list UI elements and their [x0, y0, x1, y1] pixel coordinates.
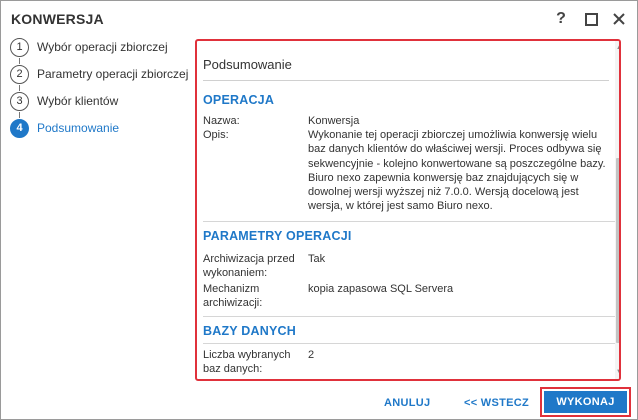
scroll-up-icon[interactable]: ▲ — [615, 43, 619, 53]
close-icon[interactable] — [607, 7, 631, 31]
section-divider — [203, 316, 615, 317]
row-key: Liczba wybranych baz danych: — [203, 349, 291, 375]
step-label: Parametry operacji zbiorczej — [37, 67, 189, 81]
row-value: kopia zapasowa SQL Servera — [308, 283, 454, 295]
scrollbar-thumb[interactable] — [616, 158, 619, 343]
execute-button-highlight: WYKONAJ — [540, 387, 631, 417]
header-divider — [203, 80, 609, 81]
step-number: 4 — [10, 118, 29, 138]
row-value: 2 — [308, 349, 315, 361]
scroll-down-icon[interactable]: ▼ — [615, 367, 619, 377]
row-key: Mechanizm archiwizacji: — [203, 283, 263, 309]
help-icon[interactable]: ? — [549, 7, 573, 31]
summary-panel: Podsumowanie OPERACJA Nazwa: Konwersja O… — [195, 39, 621, 381]
step-label: Wybór operacji zbiorczej — [37, 40, 168, 54]
row-value: Wykonanie tej operacji zbiorczej umożliw… — [308, 129, 606, 213]
summary-header: Podsumowanie — [203, 57, 292, 72]
title-bar: KONWERSJA ? — [1, 1, 637, 37]
row-key: Opis: — [203, 129, 229, 141]
row-key: Nazwa: — [203, 115, 240, 127]
step-operation-parameters[interactable]: 2 Parametry operacji zbiorczej — [10, 64, 190, 84]
row-value: Konwersja — [308, 115, 360, 127]
row-key: Archiwizacja przed wykonaniem: — [203, 253, 295, 279]
execute-button[interactable]: WYKONAJ — [544, 391, 627, 413]
section-divider — [203, 221, 615, 222]
section-divider — [203, 343, 615, 344]
vertical-scrollbar[interactable]: ▲ ▼ — [615, 41, 619, 379]
window-title: KONWERSJA — [11, 11, 104, 27]
cancel-button[interactable]: ANULUJ — [384, 397, 430, 409]
step-label: Wybór klientów — [37, 94, 119, 108]
dialog-window: KONWERSJA ? 1 Wybór operacji zbiorczej 2… — [0, 0, 638, 420]
step-operation-choice[interactable]: 1 Wybór operacji zbiorczej — [10, 37, 190, 57]
back-button[interactable]: << WSTECZ — [464, 397, 529, 409]
section-title-databases: BAZY DANYCH — [203, 324, 296, 338]
step-label: Podsumowanie — [37, 121, 120, 135]
maximize-icon[interactable] — [579, 7, 603, 31]
section-title-operation: OPERACJA — [203, 93, 275, 107]
step-number: 2 — [10, 64, 29, 84]
section-title-parameters: PARAMETRY OPERACJI — [203, 229, 352, 243]
row-value: Tak — [308, 253, 326, 265]
step-client-choice[interactable]: 3 Wybór klientów — [10, 91, 190, 111]
step-number: 3 — [10, 91, 29, 111]
step-summary[interactable]: 4 Podsumowanie — [10, 118, 190, 138]
step-number: 1 — [10, 37, 29, 57]
